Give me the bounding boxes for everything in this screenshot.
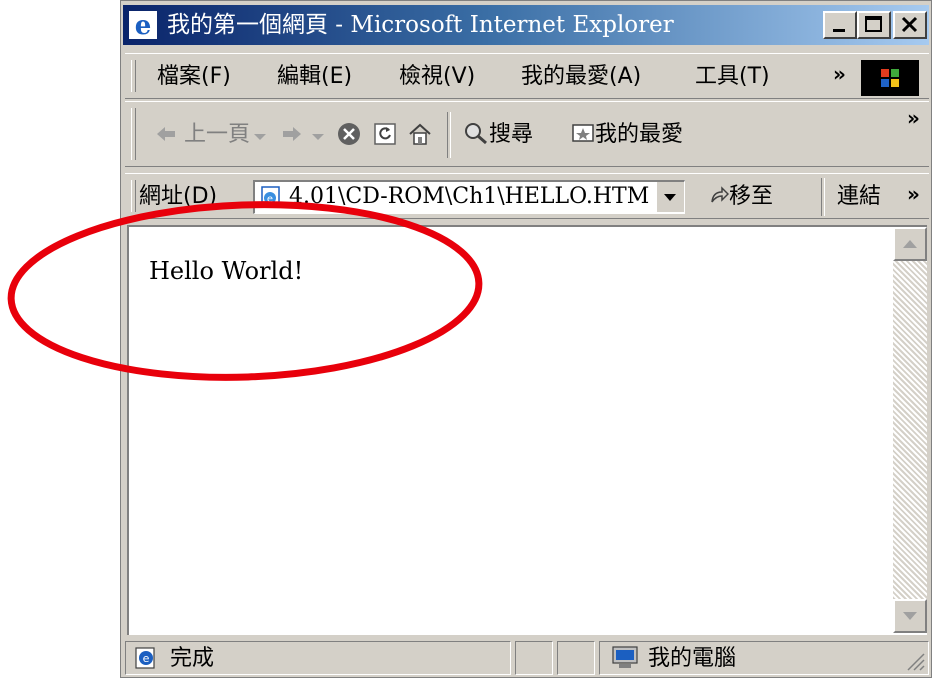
status-text: 完成 bbox=[170, 646, 215, 671]
scroll-down-icon bbox=[903, 612, 917, 620]
windows-logo-icon bbox=[861, 60, 919, 96]
menu-view[interactable]: 檢視(V) bbox=[399, 54, 475, 100]
back-arrow-icon bbox=[157, 127, 175, 141]
address-label: 網址(D) bbox=[139, 184, 218, 209]
page-text: Hello World! bbox=[149, 257, 304, 285]
go-arrow-icon bbox=[711, 186, 730, 203]
page-icon: e bbox=[261, 186, 280, 208]
address-grip[interactable] bbox=[131, 180, 136, 212]
toolbar-grip[interactable] bbox=[131, 108, 136, 160]
back-button[interactable]: 上一頁 bbox=[155, 102, 250, 168]
search-icon bbox=[465, 123, 487, 145]
go-button[interactable]: 移至 bbox=[709, 174, 773, 220]
forward-dropdown-icon[interactable] bbox=[311, 132, 325, 142]
favorites-button[interactable]: 我的最愛 bbox=[571, 102, 683, 168]
address-value: 4.01\CD-ROM\Ch1\HELLO.HTM bbox=[289, 184, 650, 209]
vertical-scrollbar[interactable] bbox=[893, 227, 927, 633]
zone-text: 我的電腦 bbox=[648, 646, 737, 671]
svg-text:e: e bbox=[143, 652, 150, 665]
toolbar-more-chevron[interactable]: » bbox=[907, 106, 920, 130]
back-button-label: 上一頁 bbox=[184, 122, 251, 147]
menu-grip[interactable] bbox=[131, 60, 136, 92]
forward-arrow-icon[interactable] bbox=[281, 124, 303, 144]
close-button[interactable] bbox=[893, 11, 927, 39]
status-panel: e 完成 bbox=[125, 641, 511, 675]
status-bar: e 完成 我的電腦 bbox=[125, 639, 929, 677]
search-button-label: 搜尋 bbox=[489, 122, 534, 147]
refresh-icon[interactable] bbox=[373, 122, 397, 146]
home-icon[interactable] bbox=[407, 121, 433, 147]
minimize-button[interactable] bbox=[823, 11, 857, 39]
my-computer-icon bbox=[612, 646, 638, 668]
minimize-icon bbox=[833, 29, 845, 32]
menu-bar: 檔案(F) 編輯(E) 檢視(V) 我的最愛(A) 工具(T) » bbox=[125, 53, 929, 99]
go-button-label: 移至 bbox=[729, 184, 774, 209]
title-app-name: - Microsoft Internet Explorer bbox=[328, 12, 674, 38]
address-dropdown-button[interactable] bbox=[656, 182, 684, 212]
chevron-down-icon bbox=[664, 194, 676, 201]
toolbar-separator bbox=[447, 112, 451, 158]
back-dropdown-icon[interactable] bbox=[253, 132, 267, 142]
maximize-button[interactable] bbox=[857, 11, 891, 39]
status-panel-security bbox=[557, 641, 595, 675]
links-separator bbox=[821, 178, 825, 216]
address-bar: 網址(D) e 4.01\CD-ROM\Ch1\HELLO.HTM 移至 連結 … bbox=[125, 173, 929, 219]
favorites-button-label: 我的最愛 bbox=[595, 122, 684, 147]
menu-edit[interactable]: 編輯(E) bbox=[277, 54, 352, 100]
ie-logo-icon: e bbox=[129, 11, 157, 39]
resize-grip-icon[interactable] bbox=[904, 650, 926, 672]
search-button[interactable]: 搜尋 bbox=[463, 102, 533, 168]
zone-panel: 我的電腦 bbox=[599, 641, 929, 675]
window-title: 我的第一個網頁 - Microsoft Internet Explorer bbox=[167, 5, 674, 45]
scroll-up-icon bbox=[903, 240, 917, 248]
menu-tools[interactable]: 工具(T) bbox=[695, 54, 770, 100]
menu-favorites[interactable]: 我的最愛(A) bbox=[521, 54, 641, 100]
maximize-icon bbox=[865, 16, 882, 32]
links-more-chevron[interactable]: » bbox=[907, 182, 920, 206]
status-panel-progress bbox=[515, 641, 553, 675]
menu-more-chevron[interactable]: » bbox=[833, 62, 846, 86]
address-input[interactable]: e 4.01\CD-ROM\Ch1\HELLO.HTM bbox=[253, 180, 685, 214]
title-page-name: 我的第一個網頁 bbox=[167, 12, 328, 38]
favorites-folder-icon bbox=[572, 124, 594, 142]
close-icon bbox=[901, 16, 918, 33]
title-bar[interactable]: e 我的第一個網頁 - Microsoft Internet Explorer bbox=[123, 5, 929, 45]
svg-text:e: e bbox=[135, 11, 152, 39]
page-content: Hello World! bbox=[127, 225, 927, 635]
menu-file[interactable]: 檔案(F) bbox=[157, 54, 231, 100]
svg-text:e: e bbox=[267, 194, 273, 205]
page-done-icon: e bbox=[135, 647, 155, 669]
browser-window: e 我的第一個網頁 - Microsoft Internet Explorer … bbox=[120, 0, 932, 678]
links-button[interactable]: 連結 bbox=[837, 174, 881, 220]
stop-icon[interactable] bbox=[337, 122, 361, 146]
scroll-up-button[interactable] bbox=[893, 227, 927, 261]
scroll-down-button[interactable] bbox=[893, 599, 927, 633]
standard-toolbar: 上一頁 搜尋 我的最愛 » bbox=[125, 101, 929, 167]
